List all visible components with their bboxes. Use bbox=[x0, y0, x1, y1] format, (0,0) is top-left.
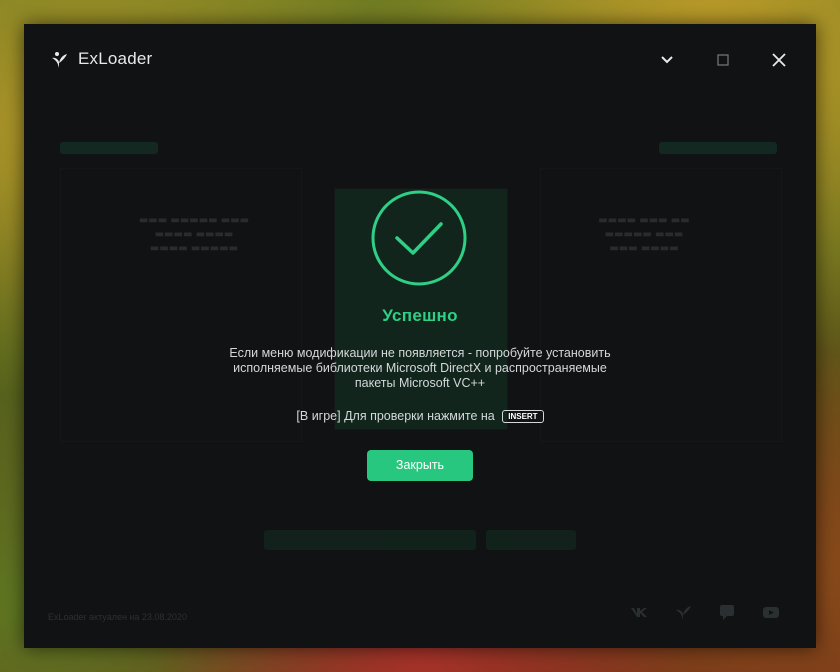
app-window: ExLoader ▬▬▬ ▬▬▬▬▬ ▬▬▬ ▬▬▬▬ ▬▬▬▬ ▬▬▬▬ ▬▬▬▬… bbox=[24, 24, 816, 648]
dialog-hint: [В игре] Для проверки нажмите на INSERT bbox=[24, 409, 816, 423]
dialog-message: Если меню модификации не появляется - по… bbox=[229, 346, 611, 390]
hint-text: [В игре] Для проверки нажмите на bbox=[296, 409, 495, 423]
dialog-title: Успешно bbox=[382, 306, 458, 325]
success-dialog: Успешно Если меню модификации не появляе… bbox=[24, 24, 816, 648]
insert-key-badge: INSERT bbox=[502, 410, 544, 423]
close-dialog-button[interactable]: Закрыть bbox=[367, 450, 473, 481]
checkmark-circle-icon bbox=[371, 190, 467, 286]
